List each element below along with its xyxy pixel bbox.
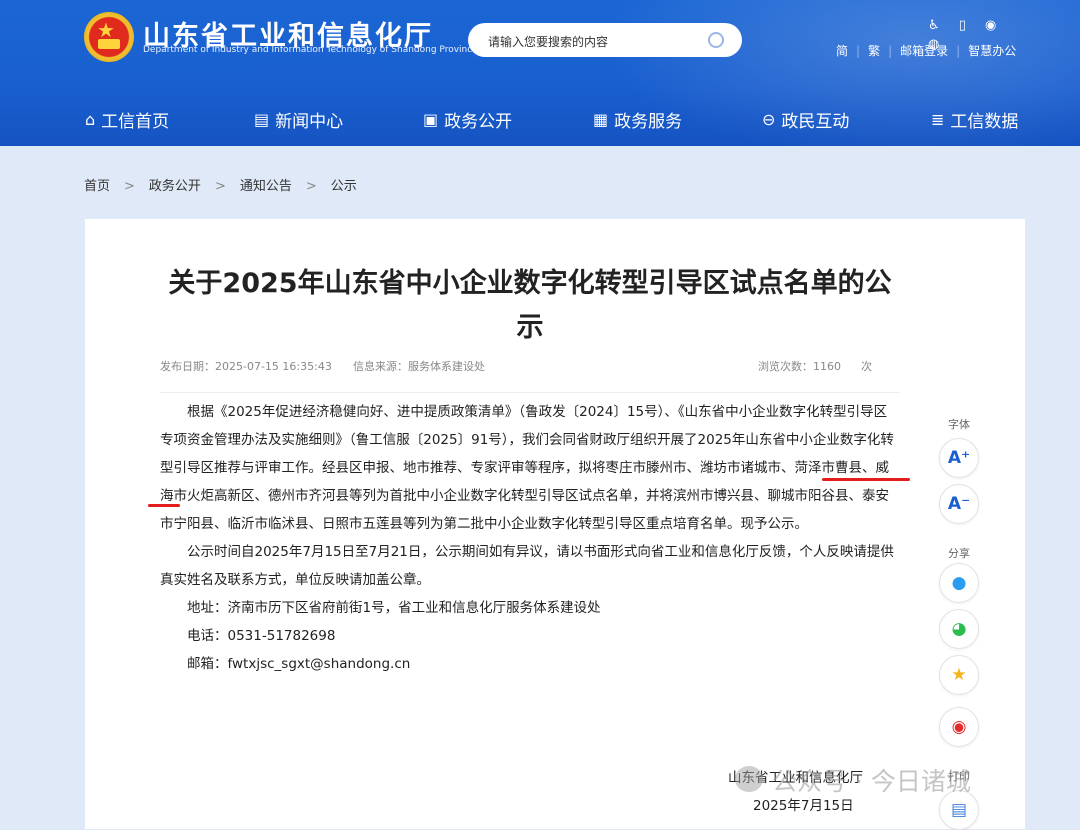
breadcrumb-government-affairs[interactable]: 政务公开 xyxy=(149,179,201,194)
nav-item-label: 政务服务 xyxy=(614,112,683,132)
accessibility-tools: ♿ ▯ ◉ ◍ xyxy=(928,14,1038,52)
wechat-top-icon[interactable]: ◉ xyxy=(985,18,996,33)
simplified-chinese-link[interactable]: 简 xyxy=(836,44,848,58)
news-icon: ▤ xyxy=(254,110,270,129)
breadcrumb-separator: > xyxy=(214,179,226,194)
nav-item-home[interactable]: ⌂ 工信首页 xyxy=(85,107,169,132)
font-increase-button[interactable]: A⁺ xyxy=(939,438,979,478)
qq-icon: ● xyxy=(951,573,967,593)
article-body: 根据《2025年促进经济稳健向好、进中提质政策清单》（鲁政发〔2024〕15号）… xyxy=(160,398,900,678)
article-title: 关于2025年山东省中小企业数字化转型引导区试点名单的公示 xyxy=(168,268,892,343)
breadcrumb-notices[interactable]: 通知公告 xyxy=(240,179,292,194)
weibo-icon: ◉ xyxy=(951,717,967,737)
chat-icon: ⊖ xyxy=(762,110,776,129)
search-box[interactable]: 请输入您要搜索的内容 xyxy=(468,23,742,57)
qq-share-button[interactable]: ● xyxy=(939,563,979,603)
top-links: 简 | 繁 | 邮箱登录 | 智慧办公 xyxy=(836,42,1024,59)
qzone-icon: ★ xyxy=(951,665,967,685)
breadcrumb-home[interactable]: 首页 xyxy=(84,179,110,194)
wechat-icon: ◕ xyxy=(951,619,967,639)
contact-phone: 电话：0531-51782698 xyxy=(187,628,336,644)
mail-login-link[interactable]: 邮箱登录 xyxy=(900,44,948,58)
watermark: 公众号 · 今日诸城 xyxy=(772,767,971,796)
publish-date: 发布日期：2025-07-15 16:35:43 xyxy=(160,360,332,373)
nav-item-label: 政务公开 xyxy=(444,112,513,132)
highlight-underline xyxy=(822,478,910,481)
contact-email: 邮箱：fwtxjsc_sgxt@shandong.cn xyxy=(187,656,411,672)
divider xyxy=(160,392,900,393)
qzone-share-button[interactable]: ★ xyxy=(939,655,979,695)
nav-item-label: 新闻中心 xyxy=(275,112,344,132)
info-source: 信息来源：服务体系建设处 xyxy=(353,360,485,373)
font-size-label: 字体 xyxy=(948,418,970,431)
breadcrumb-separator: > xyxy=(124,179,135,194)
divider: | xyxy=(856,44,861,58)
view-count: 浏览次数：1160 次 xyxy=(758,358,872,374)
nav-item-interaction[interactable]: ⊖ 政民互动 xyxy=(762,107,849,132)
search-input[interactable]: 请输入您要搜索的内容 xyxy=(488,33,608,50)
main-nav: ⌂ 工信首页 ▤ 新闻中心 ▣ 政务公开 ▦ 政务服务 ⊖ 政民互动 ≣ 工信数据 xyxy=(0,93,1080,145)
divider: | xyxy=(888,44,893,58)
monitor-icon: ▣ xyxy=(423,110,439,129)
contact-address: 地址：济南市历下区省府前街1号，省工业和信息化厅服务体系建设处 xyxy=(187,600,601,616)
nav-item-label: 工信首页 xyxy=(101,112,170,132)
font-decrease-button[interactable]: A⁻ xyxy=(939,484,979,524)
nav-item-label: 工信数据 xyxy=(950,112,1019,132)
national-emblem-logo[interactable]: ★ xyxy=(84,12,134,62)
emblem-star-icon: ★ xyxy=(97,18,115,42)
nav-item-news[interactable]: ▤ 新闻中心 xyxy=(254,107,343,132)
nav-item-label: 政民互动 xyxy=(781,112,850,132)
emblem-gate-icon xyxy=(98,39,120,49)
wechat-share-button[interactable]: ◕ xyxy=(939,609,979,649)
wechat-watermark-icon xyxy=(735,766,763,792)
highlight-underline xyxy=(148,504,180,507)
service-icon: ▦ xyxy=(593,110,609,129)
view-count-label: 浏览次数： xyxy=(758,360,813,373)
view-count-unit: 次 xyxy=(861,360,872,373)
nav-item-government-affairs[interactable]: ▣ 政务公开 xyxy=(423,107,512,132)
site-header: ★ 山东省工业和信息化厅 Department of Industry and … xyxy=(0,0,1080,146)
breadcrumb-separator: > xyxy=(305,179,317,194)
nav-item-services[interactable]: ▦ 政务服务 xyxy=(593,107,682,132)
divider: | xyxy=(956,44,961,58)
accessibility-icon[interactable]: ♿ xyxy=(928,18,940,33)
breadcrumb-current[interactable]: 公示 xyxy=(331,179,357,194)
article-paragraph: 根据《2025年促进经济稳健向好、进中提质政策清单》（鲁政发〔2024〕15号）… xyxy=(160,404,894,532)
breadcrumb: 首页 > 政务公开 > 通知公告 > 公示 xyxy=(84,175,371,194)
traditional-chinese-link[interactable]: 繁 xyxy=(868,44,880,58)
weibo-share-button[interactable]: ◉ xyxy=(939,707,979,747)
article-paragraph: 公示时间自2025年7月15日至7月21日，公示期间如有异议，请以书面形式向省工… xyxy=(160,544,894,588)
search-icon[interactable] xyxy=(708,32,724,48)
home-icon: ⌂ xyxy=(85,110,96,129)
nav-item-data[interactable]: ≣ 工信数据 xyxy=(931,107,1018,132)
mobile-icon[interactable]: ▯ xyxy=(959,18,966,33)
site-subtitle: Department of Industry and Information T… xyxy=(143,45,478,55)
database-icon: ≣ xyxy=(931,110,945,129)
view-count-value: 1160 xyxy=(813,360,841,373)
printer-icon: ▤ xyxy=(950,800,968,820)
smart-office-link[interactable]: 智慧办公 xyxy=(968,44,1016,58)
share-label: 分享 xyxy=(948,547,970,560)
